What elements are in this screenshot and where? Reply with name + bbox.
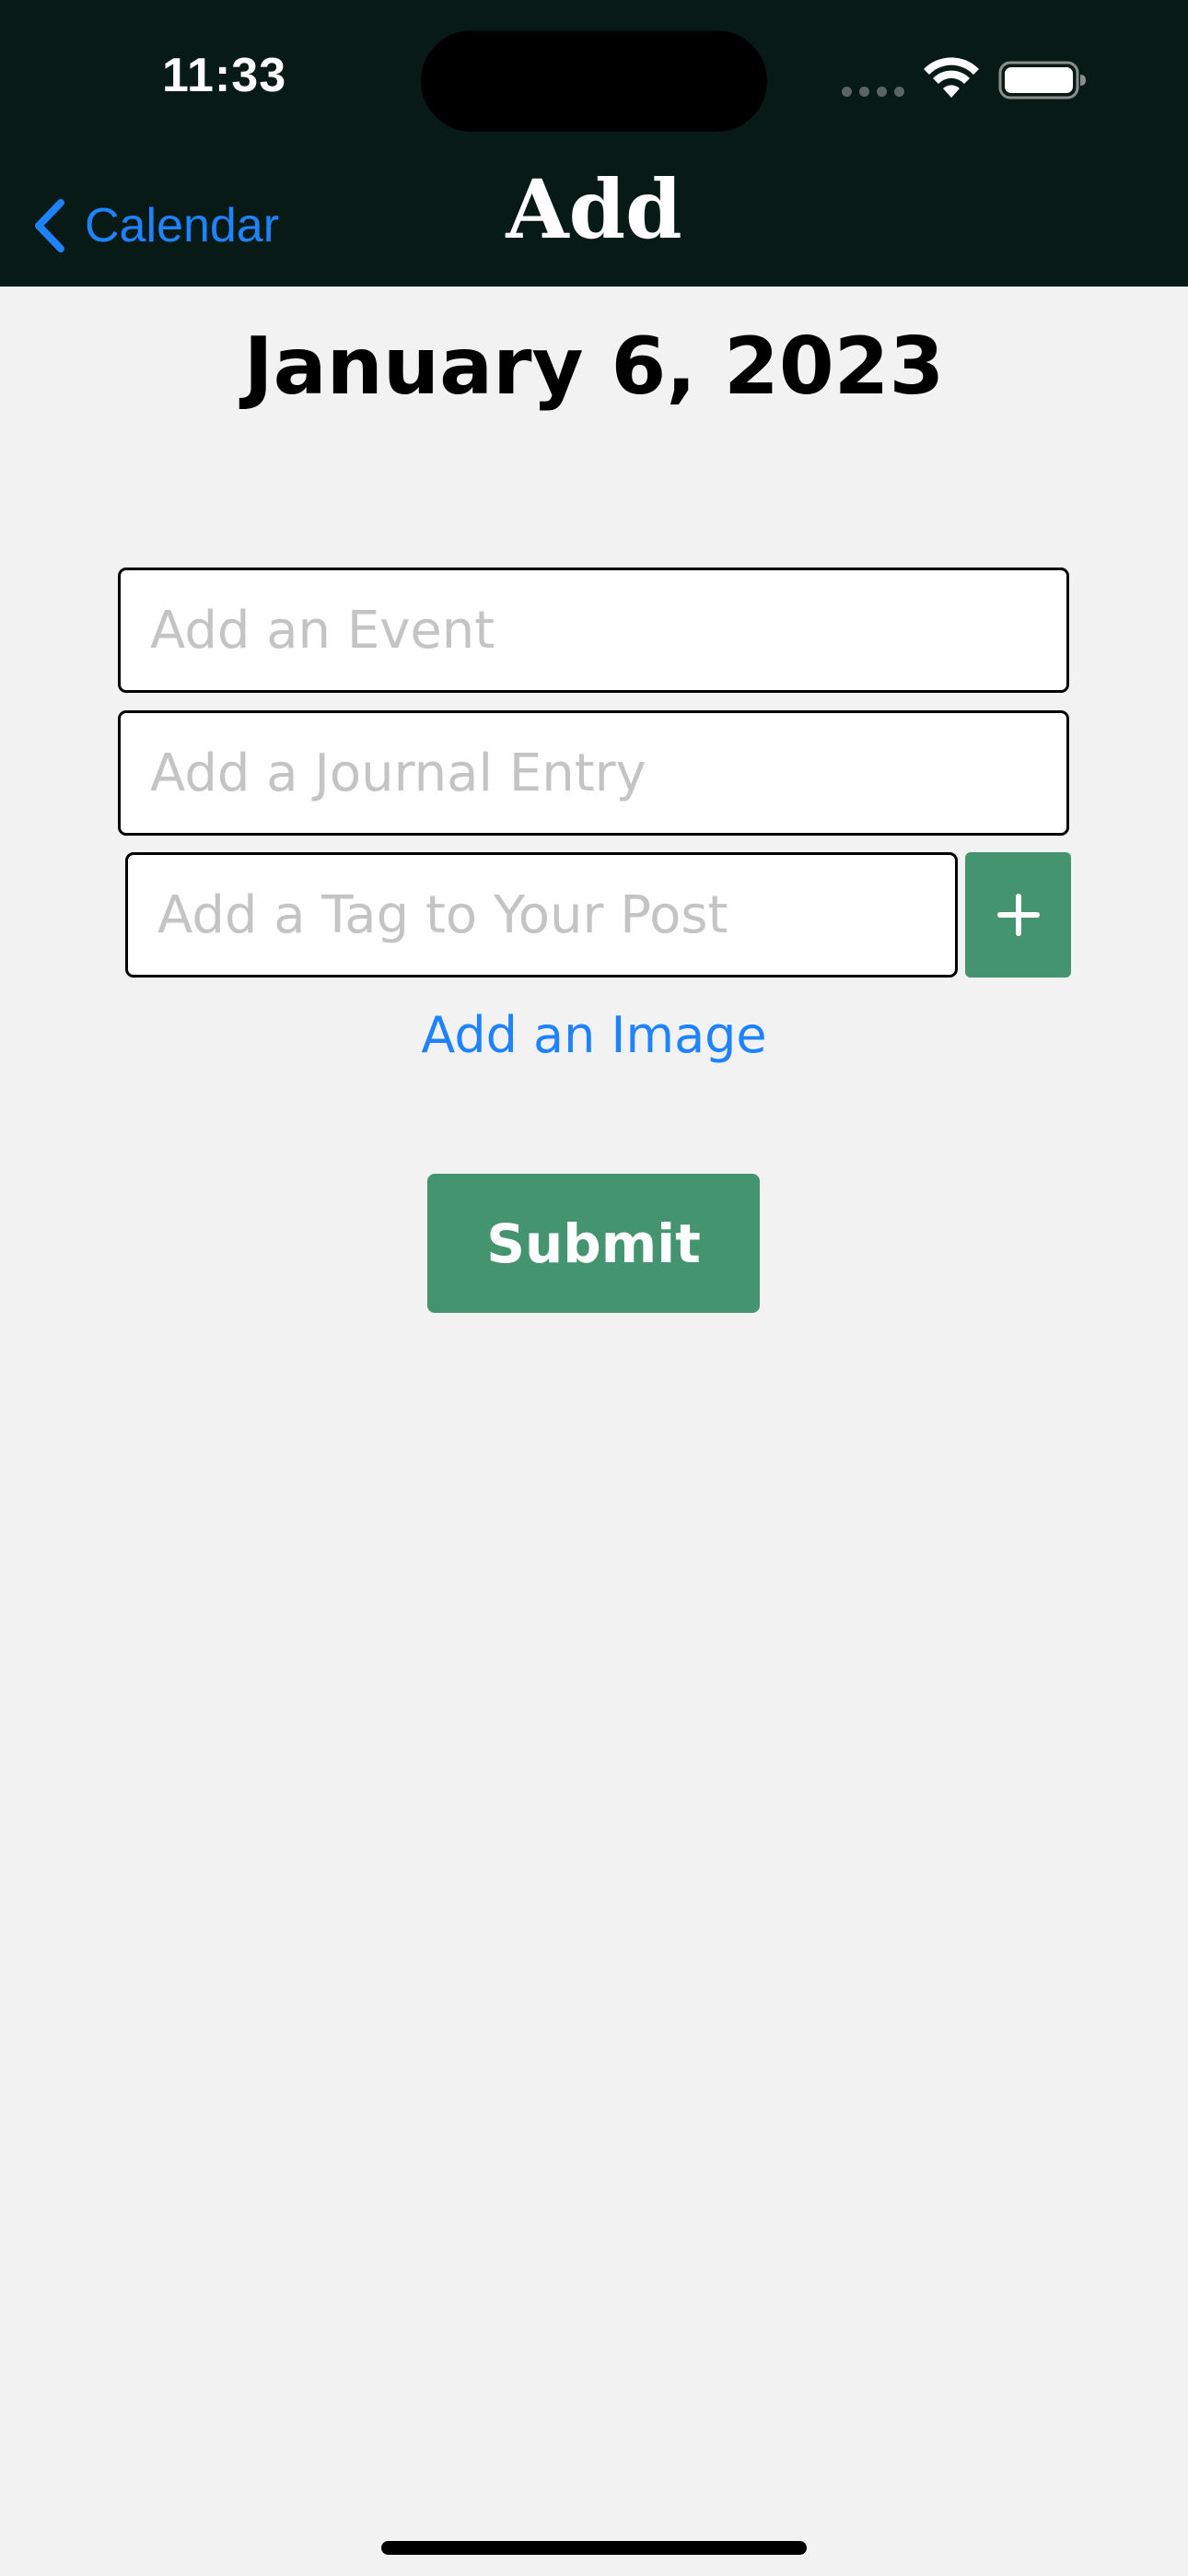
battery-icon — [998, 61, 1086, 100]
dynamic-island — [421, 30, 767, 132]
event-input[interactable] — [118, 568, 1069, 693]
submit-button[interactable]: Submit — [427, 1174, 760, 1313]
plus-icon — [996, 894, 1040, 936]
add-image-link[interactable]: Add an Image — [0, 1006, 1188, 1064]
add-tag-button[interactable] — [965, 852, 1071, 978]
date-heading: January 6, 2023 — [243, 321, 945, 413]
tag-input[interactable] — [125, 852, 958, 978]
navigation-header: 11:33 Calendar Add — [0, 0, 1188, 287]
status-time: 11:33 — [162, 49, 287, 102]
page-title: Add — [506, 161, 682, 257]
cellular-signal-icon — [842, 87, 904, 97]
wifi-icon — [924, 57, 979, 98]
home-indicator — [381, 2541, 807, 2555]
journal-entry-input[interactable] — [118, 710, 1069, 836]
